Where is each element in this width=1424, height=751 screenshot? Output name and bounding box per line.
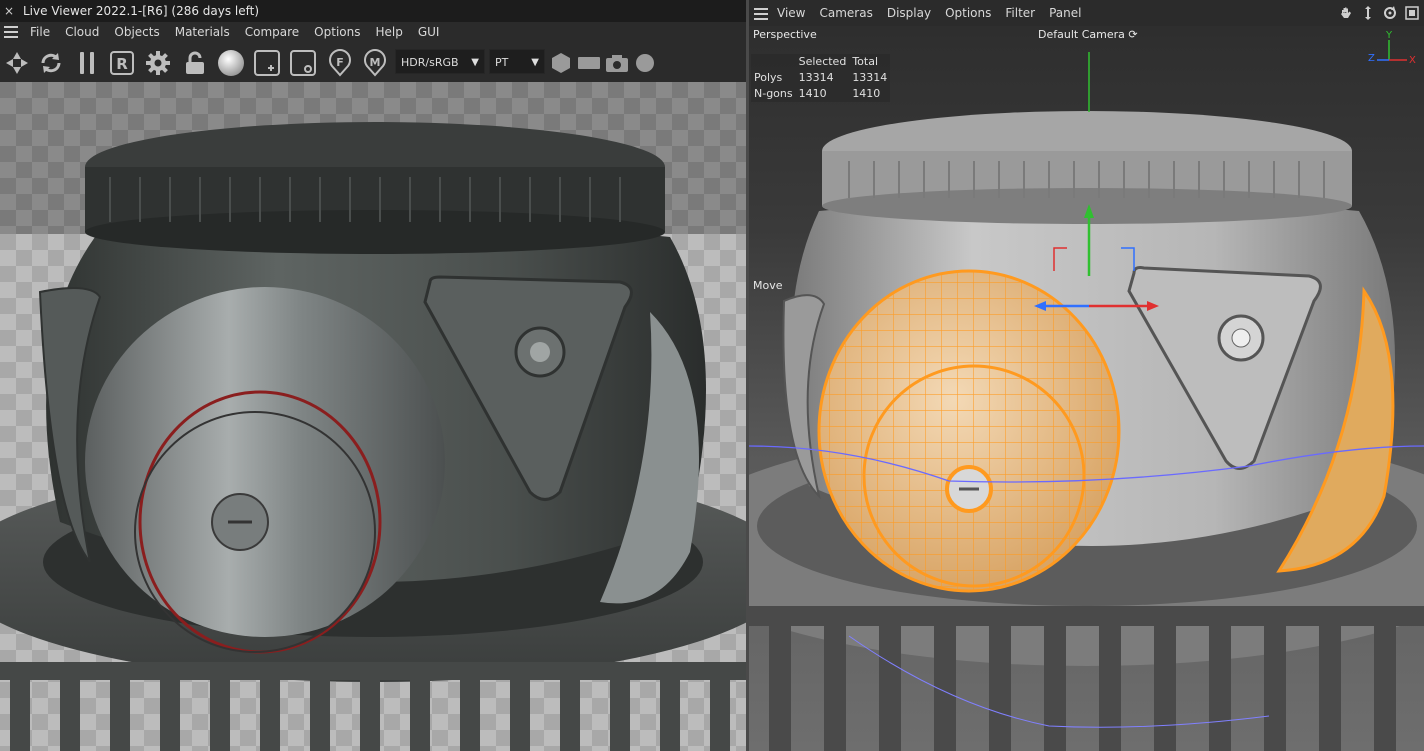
viewport-menubar: View Cameras Display Options Filter Pane… [749, 0, 1424, 26]
live-viewer-toolbar: R F M HDR/sRGB ▼ PT ▼ [0, 43, 746, 82]
hexagon-icon[interactable] [550, 49, 572, 76]
focus-pick-letter: F [336, 56, 344, 69]
viewport-canvas[interactable]: Y Z X Perspective Default Camera ⟳ Move … [749, 26, 1424, 751]
stats-row-label: N-gons [754, 87, 793, 100]
menu-options[interactable]: Options [314, 22, 360, 43]
live-viewer-menubar: File Cloud Objects Materials Compare Opt… [0, 22, 746, 43]
hamburger-menu-icon[interactable] [4, 26, 18, 38]
stats-row-selected: 1410 [798, 87, 827, 100]
pan-hand-icon[interactable] [1338, 5, 1354, 21]
menu-view[interactable]: View [777, 0, 805, 26]
camera-name: Default Camera [1038, 28, 1125, 41]
stats-row-label: Polys [754, 71, 783, 84]
menu-help[interactable]: Help [375, 22, 402, 43]
menu-cloud[interactable]: Cloud [65, 22, 99, 43]
region-render-letter: R [116, 55, 128, 73]
axis-label-y: Y [1385, 30, 1393, 41]
stats-row-selected: 13314 [798, 71, 834, 84]
live-viewer-titlebar: × Live Viewer 2022.1-[R6] (286 days left… [0, 0, 746, 22]
add-icon[interactable] [252, 49, 282, 76]
menu-cameras[interactable]: Cameras [819, 0, 872, 26]
stats-header-total: Total [852, 55, 879, 68]
color-space-value: HDR/sRGB [401, 56, 459, 69]
stats-row-total: 13314 [852, 71, 888, 84]
stats-header-empty [751, 54, 796, 70]
window-title: Live Viewer 2022.1-[R6] (286 days left) [23, 4, 260, 18]
rotate-icon[interactable] [1382, 5, 1398, 21]
sphere-material-icon[interactable] [216, 49, 246, 76]
maximize-icon[interactable] [1404, 5, 1420, 21]
axis-label-z: Z [1368, 53, 1375, 64]
rendered-model [0, 122, 746, 751]
stats-row-total: 1410 [852, 87, 881, 100]
move-arrows-icon[interactable] [1360, 5, 1376, 21]
focus-pick-icon[interactable]: F [325, 48, 355, 77]
menu-display[interactable]: Display [887, 0, 931, 26]
rectangle-icon[interactable] [577, 49, 601, 76]
chevron-down-icon: ▼ [531, 57, 539, 68]
menu-filter[interactable]: Filter [1005, 0, 1035, 26]
aperture-icon[interactable] [2, 49, 32, 76]
axis-label-x: X [1409, 55, 1416, 66]
material-pick-letter: M [370, 56, 381, 69]
menu-file[interactable]: File [30, 22, 50, 43]
material-pick-icon[interactable]: M [360, 48, 390, 77]
live-viewer-window: × Live Viewer 2022.1-[R6] (286 days left… [0, 0, 746, 751]
settings-gear-icon[interactable] [143, 49, 173, 76]
color-space-select[interactable]: HDR/sRGB ▼ [395, 49, 485, 74]
render-kernel-value: PT [495, 56, 509, 69]
region-render-icon[interactable]: R [108, 49, 136, 76]
menu-gui[interactable]: GUI [418, 22, 440, 43]
camera-toggle-icon[interactable]: ⟳ [1128, 28, 1137, 41]
circle-icon[interactable] [634, 49, 656, 76]
stats-header-selected: Selected [798, 55, 847, 68]
menu-compare[interactable]: Compare [245, 22, 299, 43]
remove-icon[interactable] [288, 49, 318, 76]
camera-icon[interactable] [605, 49, 629, 76]
live-viewer-render-canvas[interactable] [0, 82, 746, 751]
projection-label[interactable]: Perspective [753, 28, 817, 41]
active-tool-label: Move [753, 279, 783, 292]
polygon-stats-overlay: Selected Total Polys 13314 13314 N-gons … [751, 54, 891, 102]
chevron-down-icon: ▼ [471, 57, 479, 68]
close-icon[interactable]: × [4, 0, 14, 22]
viewport-window: View Cameras Display Options Filter Pane… [749, 0, 1424, 751]
viewport-model: Y Z X [749, 26, 1424, 751]
menu-options[interactable]: Options [945, 0, 991, 26]
hamburger-menu-icon[interactable] [754, 8, 768, 20]
menu-objects[interactable]: Objects [114, 22, 159, 43]
menu-panel[interactable]: Panel [1049, 0, 1081, 26]
pause-icon[interactable] [74, 49, 100, 76]
render-kernel-select[interactable]: PT ▼ [489, 49, 545, 74]
lock-icon[interactable] [180, 49, 210, 76]
refresh-icon[interactable] [36, 49, 66, 76]
camera-label[interactable]: Default Camera ⟳ [1038, 28, 1138, 41]
menu-materials[interactable]: Materials [175, 22, 230, 43]
